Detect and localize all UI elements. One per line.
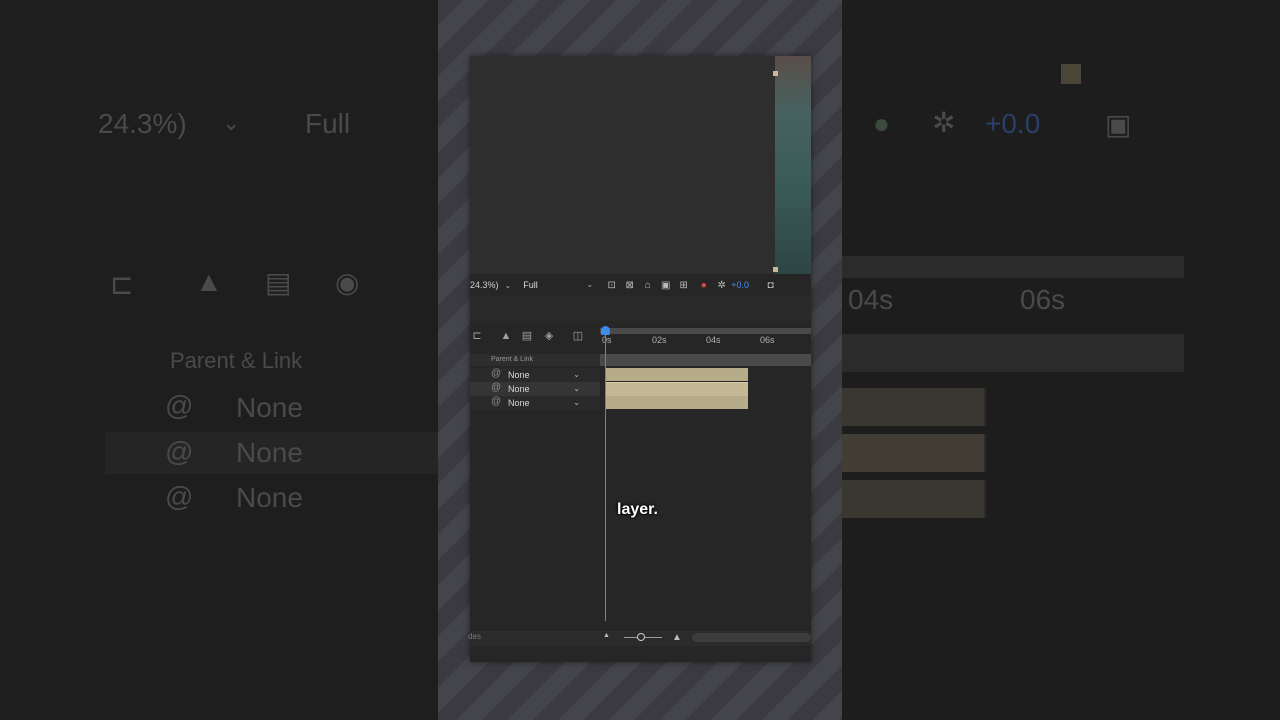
column-header: Parent & Link xyxy=(470,354,600,366)
time-ruler[interactable] xyxy=(600,328,811,334)
parent-select[interactable]: None ⌄ xyxy=(508,397,580,409)
caption-text: layer. xyxy=(617,501,658,518)
bg-layer-bar xyxy=(842,434,986,472)
layer-row-selected[interactable]: @ None ⌄ xyxy=(470,382,811,396)
bg-layer-bar xyxy=(842,388,986,426)
timeline-panel: ⊏ ▲ ▤ ◈ ◫ 0s 02s 04s 06s Parent & Link @… xyxy=(468,321,811,662)
ruler-tick: 02s xyxy=(652,335,667,345)
footage-preview xyxy=(775,56,811,274)
parent-select[interactable]: None ⌄ xyxy=(508,383,580,395)
ruler-tick: 04s xyxy=(706,335,721,345)
region-of-interest-icon[interactable]: ⊡ xyxy=(606,280,617,291)
zoom-slider-knob[interactable] xyxy=(637,633,645,641)
layer-row-controls: @ None ⌄ xyxy=(470,368,600,382)
pick-whip-icon[interactable]: @ xyxy=(491,396,501,407)
bg-layers-icon: ▤ xyxy=(265,267,292,298)
layer-duration-bar[interactable] xyxy=(606,396,748,409)
current-time-indicator[interactable] xyxy=(605,328,606,621)
chevron-down-icon: ⌄ xyxy=(573,398,580,407)
bg-parent-1: None xyxy=(236,392,303,423)
parent-select[interactable]: None ⌄ xyxy=(508,369,580,381)
transform-handle[interactable] xyxy=(773,71,778,76)
bg-parent-3: None xyxy=(236,482,303,513)
bg-motion-blur-icon: ◉ xyxy=(335,267,360,298)
parent-value: None xyxy=(508,398,530,408)
flowchart-icon[interactable]: ⊏ xyxy=(470,329,484,343)
bg-exposure-text: +0.0 xyxy=(985,108,1041,139)
bg-color-icon: ● xyxy=(873,108,890,139)
timeline-footer: des ▲ ▲ xyxy=(468,629,811,646)
bg-chevron-icon: ⌄ xyxy=(222,110,241,135)
chevron-down-icon: ⌄ xyxy=(586,280,594,289)
parent-value: None xyxy=(508,370,530,380)
bg-camera-icon: ▣ xyxy=(1105,109,1132,140)
3d-view-icon[interactable]: ⊞ xyxy=(678,280,689,291)
color-channels-icon[interactable]: ● xyxy=(698,280,709,291)
horizontal-scrollbar[interactable] xyxy=(692,633,811,642)
footer-label[interactable]: des xyxy=(468,632,481,641)
layer-duration-bar[interactable] xyxy=(606,382,748,396)
viewer-toolbar: 24.3%) ⌄ Full ⌄ ⊡ ⊠ ⌂ ▣ ⊞ ● ✲ +0.0 ◘ xyxy=(470,274,811,296)
bg-column-header: Parent & Link xyxy=(170,348,303,373)
chevron-down-icon[interactable]: ⌄ xyxy=(505,281,512,290)
layer-duration-bar[interactable] xyxy=(606,368,748,381)
layer-row-controls: @ None ⌄ xyxy=(470,396,600,410)
bg-ruler-strip xyxy=(842,256,1184,278)
transparency-grid-icon[interactable]: ⊠ xyxy=(624,280,635,291)
zoom-level[interactable]: 24.3%) xyxy=(470,280,499,290)
layer-row[interactable]: @ None ⌄ xyxy=(470,396,811,410)
resolution-value: Full xyxy=(523,280,538,290)
bg-spiral-icon: @ xyxy=(165,390,194,421)
ruler-tick: 06s xyxy=(760,335,775,345)
bg-work-area xyxy=(842,334,1184,372)
bg-flowchart-icon: ⊏ xyxy=(110,269,134,300)
zoom-out-icon[interactable]: ▲ xyxy=(603,632,610,639)
graph-editor-icon[interactable]: ◫ xyxy=(571,329,585,343)
composition-viewer[interactable] xyxy=(470,56,811,274)
layer-row-controls: @ None ⌄ xyxy=(470,382,600,396)
bg-solo-icon: ▲ xyxy=(195,266,223,297)
chevron-down-icon: ⌄ xyxy=(573,370,580,379)
bg-spiral-icon: @ xyxy=(165,481,194,512)
frame-blending-icon[interactable]: ▤ xyxy=(520,329,534,343)
exposure-value[interactable]: +0.0 xyxy=(731,280,749,290)
parent-value: None xyxy=(508,384,530,394)
playhead-handle[interactable] xyxy=(601,326,610,335)
bg-layer-bar xyxy=(842,480,986,518)
mask-visibility-icon[interactable]: ⌂ xyxy=(642,280,653,291)
exposure-reset-icon[interactable]: ✲ xyxy=(716,280,727,291)
bg-resolution-text: Full xyxy=(305,108,351,139)
pick-whip-icon[interactable]: @ xyxy=(491,382,501,393)
bg-tick-06: 06s xyxy=(1020,284,1066,315)
ae-panel-card: 24.3%) ⌄ Full ⌄ ⊡ ⊠ ⌂ ▣ ⊞ ● ✲ +0.0 ◘ ⊏ ▲… xyxy=(468,56,811,662)
timeline-switches: ⊏ ▲ ▤ ◈ ◫ xyxy=(470,329,600,347)
bg-tick-04: 04s xyxy=(848,284,894,315)
bg-parent-2: None xyxy=(236,437,303,468)
transform-handle[interactable] xyxy=(773,267,778,272)
bg-handle xyxy=(1061,64,1081,84)
bg-exposure-icon: ✲ xyxy=(932,107,956,138)
parent-link-header[interactable]: Parent & Link xyxy=(491,356,533,363)
work-area-bar[interactable] xyxy=(600,354,811,366)
pick-whip-icon[interactable]: @ xyxy=(491,368,501,379)
ruler-tick: 0s xyxy=(602,335,612,345)
layer-row[interactable]: @ None ⌄ xyxy=(470,368,811,382)
shy-layers-icon[interactable]: ▲ xyxy=(499,329,513,343)
guides-icon[interactable]: ▣ xyxy=(660,280,671,291)
snapshot-camera-icon[interactable]: ◘ xyxy=(765,280,776,291)
chevron-down-icon: ⌄ xyxy=(573,384,580,393)
resolution-select[interactable]: Full ⌄ xyxy=(523,280,593,290)
bg-zoom-text: 24.3%) xyxy=(98,108,187,139)
bg-spiral-icon: @ xyxy=(165,436,194,467)
zoom-in-icon[interactable]: ▲ xyxy=(672,632,682,643)
motion-blur-icon[interactable]: ◈ xyxy=(542,329,556,343)
